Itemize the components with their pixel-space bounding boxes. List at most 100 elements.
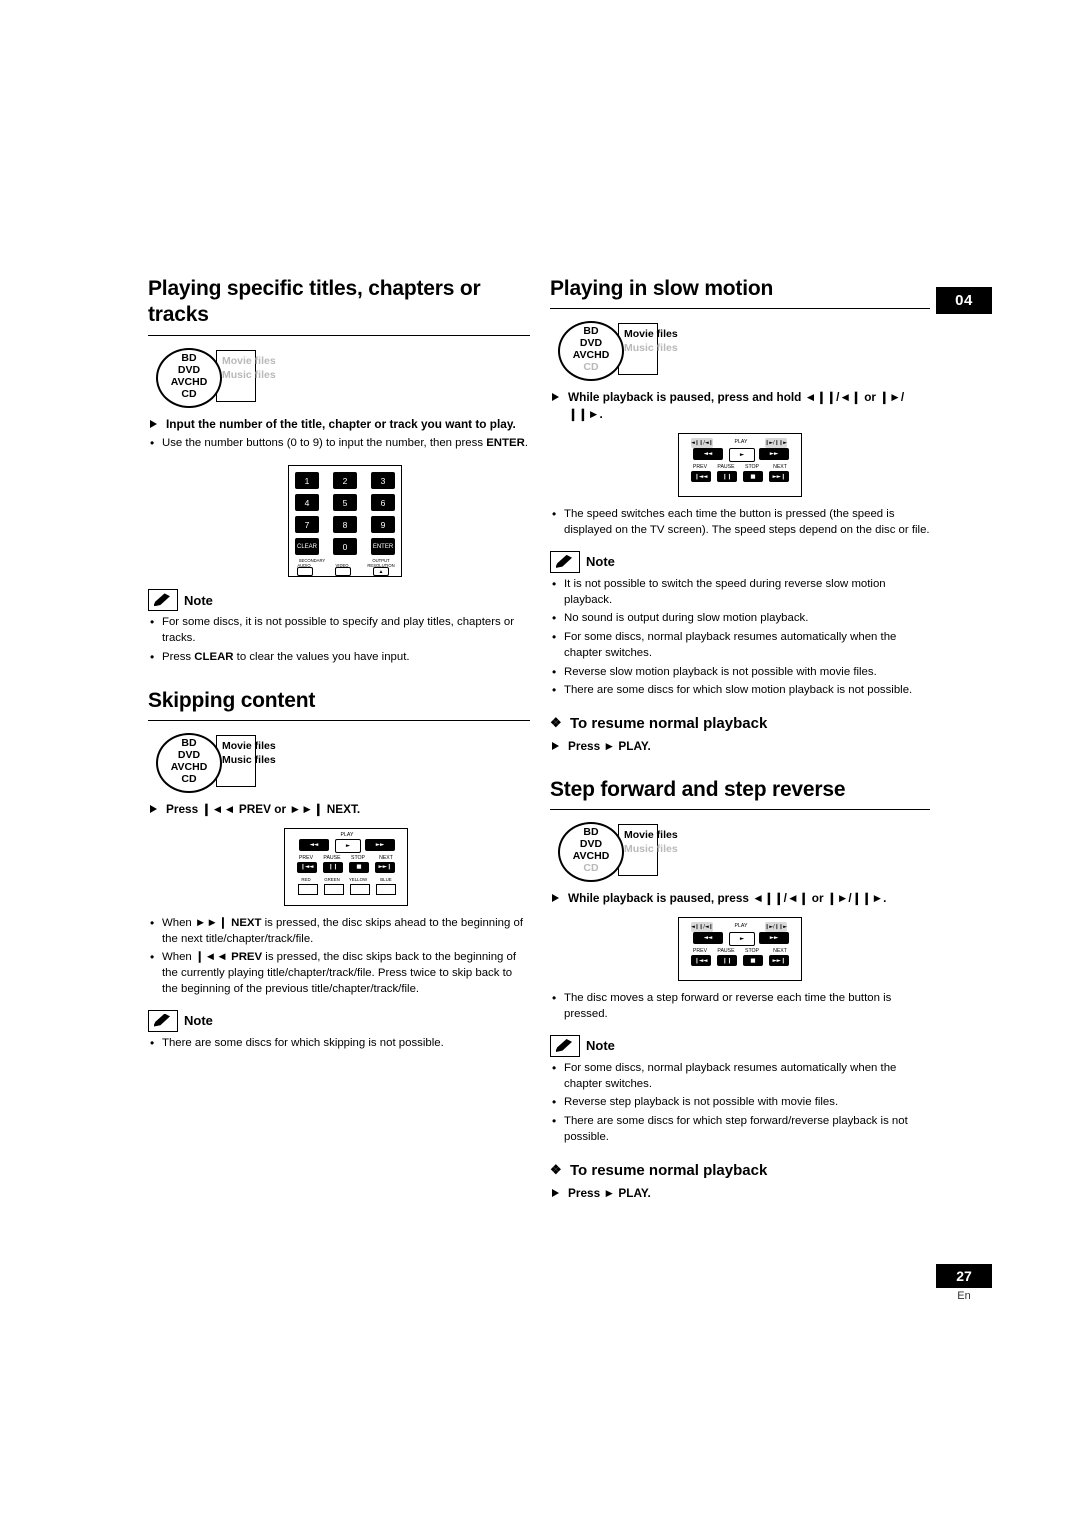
step-slow-motion: While playback is paused, press and hold… [550, 389, 930, 423]
remote-label-stop: STOP [350, 854, 366, 861]
remote-btn-pause: ❙❙ [717, 471, 737, 483]
disc-oval: BD DVD AVCHD CD [156, 732, 222, 793]
remote-btn-slow-right: ❙►/❙❙► [765, 922, 787, 933]
disc-label-avchd: AVCHD [170, 375, 208, 388]
note-header: Note [148, 589, 530, 612]
remote-btn-prev: ❙◄◄ [691, 955, 711, 967]
disc-label-avchd: AVCHD [572, 349, 610, 362]
remote-btn-prev: ❙◄◄ [297, 861, 317, 873]
disc-oval: BD DVD AVCHD CD [156, 347, 222, 408]
remote-btn-play: ► [729, 932, 755, 947]
remote-label-blue: BLUE [380, 876, 392, 882]
remote-btn-rew: ◄◄ [693, 932, 723, 945]
remote-keypad-diagram: 1 2 3 4 5 6 7 8 9 CLEAR 0 ENTER SECONDAR… [288, 465, 402, 578]
heading-rule [148, 334, 530, 336]
bullet-step-behavior: The disc moves a step forward or reverse… [550, 990, 930, 1022]
key-6: 6 [371, 494, 395, 512]
remote-label-pause: PAUSE [323, 854, 341, 861]
disc-label-cd: CD [181, 772, 197, 785]
remote-btn-ff: ►► [365, 838, 395, 851]
bullet-speed-switch: The speed switches each time the button … [550, 506, 930, 538]
file-label-music: Music files [624, 342, 678, 355]
remote-btn-prev: ❙◄◄ [691, 471, 711, 483]
remote-btn-stop: ■ [349, 861, 369, 873]
note-title: Note [184, 1013, 213, 1029]
pencil-icon [550, 550, 580, 573]
note-item: Reverse slow motion playback is not poss… [550, 664, 930, 681]
remote-btn-ff: ►► [759, 932, 789, 945]
heading-rule [550, 809, 930, 811]
file-type-labels: Movie files Music files [624, 327, 678, 355]
key-clear: CLEAR [295, 538, 319, 556]
key-8: 8 [333, 516, 357, 534]
remote-btn-ff: ►► [759, 448, 789, 461]
step-step-forward: While playback is paused, press ◄❙❙/◄❙ o… [550, 890, 930, 907]
disc-label-cd: CD [181, 387, 197, 400]
remote-label-play: PLAY [734, 439, 748, 446]
subheading-resume-normal-2: To resume normal playback [550, 1162, 930, 1179]
heading-slow-motion: Playing in slow motion [550, 277, 774, 300]
disc-label-bd: BD [181, 736, 197, 749]
manual-page: 0 4 27 En Playing specific titles, chapte… [0, 0, 1080, 1524]
note-item: There are some discs for which step forw… [550, 1113, 930, 1145]
disc-label-avchd: AVCHD [170, 760, 208, 773]
key-3: 3 [371, 472, 395, 490]
disc-oval: BD DVD AVCHD CD [558, 822, 624, 883]
key-2: 2 [333, 472, 357, 490]
subheading-resume-normal-1: To resume normal playback [550, 715, 930, 732]
key-4: 4 [295, 494, 319, 512]
remote-btn-pause: ❙❙ [717, 955, 737, 967]
key-5: 5 [333, 494, 357, 512]
remote-btn-pause: ❙❙ [323, 861, 343, 873]
note-item: For some discs, it is not possible to sp… [148, 614, 530, 646]
remote-label-play: PLAY [340, 831, 354, 838]
pencil-icon [148, 589, 178, 612]
file-label-movie: Movie files [624, 829, 678, 842]
key-9: 9 [371, 516, 395, 534]
heading-playing-specific: Playing specific titles, chapters or tra… [148, 277, 481, 327]
keypad-btn-audio [297, 567, 313, 577]
file-label-movie: Movie files [624, 328, 678, 341]
remote-btn-blue [376, 883, 396, 895]
disc-label-cd: CD [583, 862, 599, 875]
file-label-movie: Movie files [222, 354, 276, 367]
note-block-1: Note For some discs, it is not possible … [148, 589, 530, 665]
remote-btn-slow-left: ◄❙❙/◄❙ [691, 438, 713, 449]
step-input-number: Input the number of the title, chapter o… [148, 416, 530, 433]
remote-btn-play: ► [335, 838, 361, 853]
remote-label-prev: PREV [692, 464, 708, 471]
remote-label-play: PLAY [734, 923, 748, 930]
file-type-labels: Movie files Music files [222, 739, 276, 767]
note-item: For some discs, normal playback resumes … [550, 629, 930, 661]
remote-label-prev: PREV [692, 948, 708, 955]
keypad-btn-output: ▲ [373, 567, 389, 577]
page-number-badge: 27 [936, 1264, 992, 1288]
remote-btn-red [298, 883, 318, 895]
note-item: No sound is output during slow motion pl… [550, 610, 930, 627]
file-type-labels: Movie files Music files [624, 828, 678, 856]
remote-label-yellow: YELLOW [348, 876, 368, 882]
remote-btn-rew: ◄◄ [299, 838, 329, 851]
left-column: Playing specific titles, chapters or tra… [148, 276, 530, 1055]
disc-compatibility-icons-1: Movie files Music files BD DVD AVCHD CD [148, 346, 530, 408]
key-1: 1 [295, 472, 319, 490]
note-block-4: Note For some discs, normal playback res… [550, 1034, 930, 1146]
keypad-btn-video [335, 567, 351, 577]
remote-btn-green [324, 883, 344, 895]
key-0: 0 [333, 538, 357, 556]
remote-btn-stop: ■ [743, 955, 763, 967]
remote-btn-rew: ◄◄ [693, 448, 723, 461]
remote-label-pause: PAUSE [717, 464, 735, 471]
remote-btn-next: ►►❙ [375, 861, 395, 873]
file-label-music: Music files [222, 368, 276, 381]
remote-label-stop: STOP [744, 948, 760, 955]
remote-label-green: GREEN [324, 876, 340, 882]
note-title: Note [586, 554, 615, 570]
page-language-label: En [957, 1290, 971, 1302]
disc-compatibility-icons-3: Movie files Music files BD DVD AVCHD CD [550, 319, 930, 382]
step-press-play-2: Press ► PLAY. [550, 1185, 930, 1202]
heading-step-forward-reverse: Step forward and step reverse [550, 778, 846, 802]
file-label-movie: Movie files [222, 739, 276, 752]
pencil-icon [148, 1009, 178, 1032]
disc-label-dvd: DVD [579, 337, 603, 350]
